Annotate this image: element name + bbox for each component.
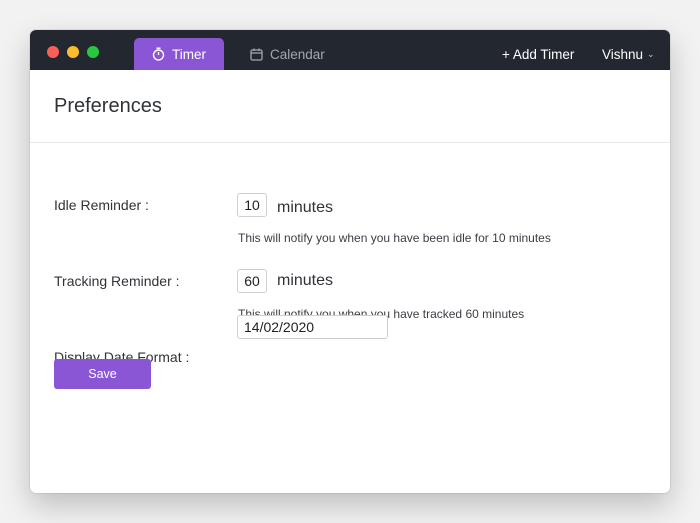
page-title: Preferences — [54, 95, 162, 117]
tracking-reminder-input[interactable] — [237, 269, 267, 293]
user-menu[interactable]: Vishnu ⌄ — [602, 38, 655, 70]
user-name: Vishnu — [602, 46, 644, 62]
tracking-reminder-label: Tracking Reminder : — [54, 273, 180, 289]
tab-timer[interactable]: Timer — [134, 38, 224, 70]
idle-reminder-label: Idle Reminder : — [54, 197, 149, 213]
stopwatch-icon — [152, 47, 165, 61]
tab-calendar[interactable]: Calendar — [250, 38, 325, 70]
idle-reminder-help: This will notify you when you have been … — [238, 231, 551, 245]
tracking-reminder-unit: minutes — [277, 272, 334, 289]
tab-timer-label: Timer — [172, 46, 206, 62]
idle-reminder-input[interactable] — [237, 193, 267, 217]
tab-calendar-label: Calendar — [270, 46, 325, 62]
close-window-button[interactable] — [47, 46, 59, 58]
maximize-window-button[interactable] — [87, 46, 99, 58]
app-window: Timer Calendar + Add Timer Vishnu ⌄ Pref… — [30, 30, 670, 493]
calendar-icon — [250, 48, 263, 61]
date-format-input[interactable] — [237, 315, 388, 339]
divider — [30, 142, 670, 143]
save-button[interactable]: Save — [54, 359, 151, 389]
chevron-down-icon: ⌄ — [647, 48, 655, 59]
preferences-panel: Preferences Idle Reminder : minutes This… — [30, 70, 670, 493]
idle-reminder-unit: minutes — [277, 199, 334, 216]
add-timer-button[interactable]: + Add Timer — [502, 38, 574, 70]
titlebar: Timer Calendar + Add Timer Vishnu ⌄ — [30, 30, 670, 70]
minimize-window-button[interactable] — [67, 46, 79, 58]
